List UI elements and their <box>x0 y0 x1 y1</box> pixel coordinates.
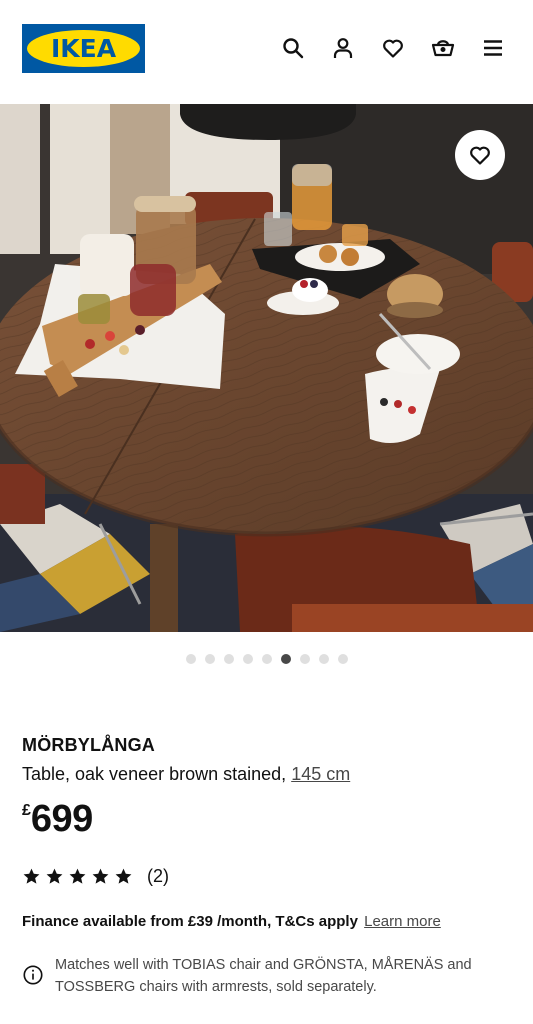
description-text: Table, oak veneer brown stained, <box>22 764 287 784</box>
header: IKEA <box>0 0 533 104</box>
star-icon <box>115 868 132 884</box>
star-icon <box>69 868 86 884</box>
gallery-dot[interactable] <box>261 654 272 664</box>
size-link[interactable]: 145 cm <box>291 764 350 784</box>
star-icon <box>92 868 109 884</box>
matches-note: Matches well with TOBIAS chair and GRÖNS… <box>22 954 512 998</box>
finance-text: Finance available from £39 /month, T&Cs … <box>22 913 358 930</box>
gallery-dot[interactable] <box>318 654 329 664</box>
gallery-dot[interactable] <box>242 654 253 664</box>
favourite-button[interactable] <box>455 130 505 180</box>
gallery-dot[interactable] <box>299 654 310 664</box>
logo-text: IKEA <box>50 34 117 63</box>
gallery-dot-active[interactable] <box>280 654 291 664</box>
search-icon[interactable] <box>279 34 307 62</box>
ikea-logo[interactable]: IKEA <box>22 24 145 73</box>
product-name: MÖRBYLÅNGA <box>22 735 155 755</box>
profile-icon[interactable] <box>329 34 357 62</box>
menu-icon[interactable] <box>479 34 507 62</box>
gallery-dot[interactable] <box>337 654 348 664</box>
gallery-pagination <box>0 652 533 666</box>
product-price: £ 699 <box>22 798 93 841</box>
learn-more-link[interactable]: Learn more <box>364 913 441 930</box>
star-icon <box>23 868 40 884</box>
product-description: Table, oak veneer brown stained, 145 cm <box>22 764 350 785</box>
product-image[interactable] <box>0 104 533 632</box>
star-icon <box>46 868 63 884</box>
finance-info: Finance available from £39 /month, T&Cs … <box>22 913 441 930</box>
star-rating <box>22 867 133 886</box>
currency-symbol: £ <box>22 802 31 819</box>
table-photo <box>0 104 533 632</box>
heart-icon <box>470 146 490 165</box>
gallery-dot[interactable] <box>204 654 215 664</box>
wishlist-heart-icon[interactable] <box>379 34 407 62</box>
basket-icon[interactable] <box>429 34 457 62</box>
gallery-dot[interactable] <box>223 654 234 664</box>
price-amount: 699 <box>30 798 93 840</box>
review-count: (2) <box>147 866 169 886</box>
gallery-dot[interactable] <box>185 654 196 664</box>
matches-text: Matches well with TOBIAS chair and GRÖNS… <box>55 957 472 995</box>
info-icon <box>22 964 44 986</box>
rating-summary[interactable]: (2) <box>22 866 169 887</box>
